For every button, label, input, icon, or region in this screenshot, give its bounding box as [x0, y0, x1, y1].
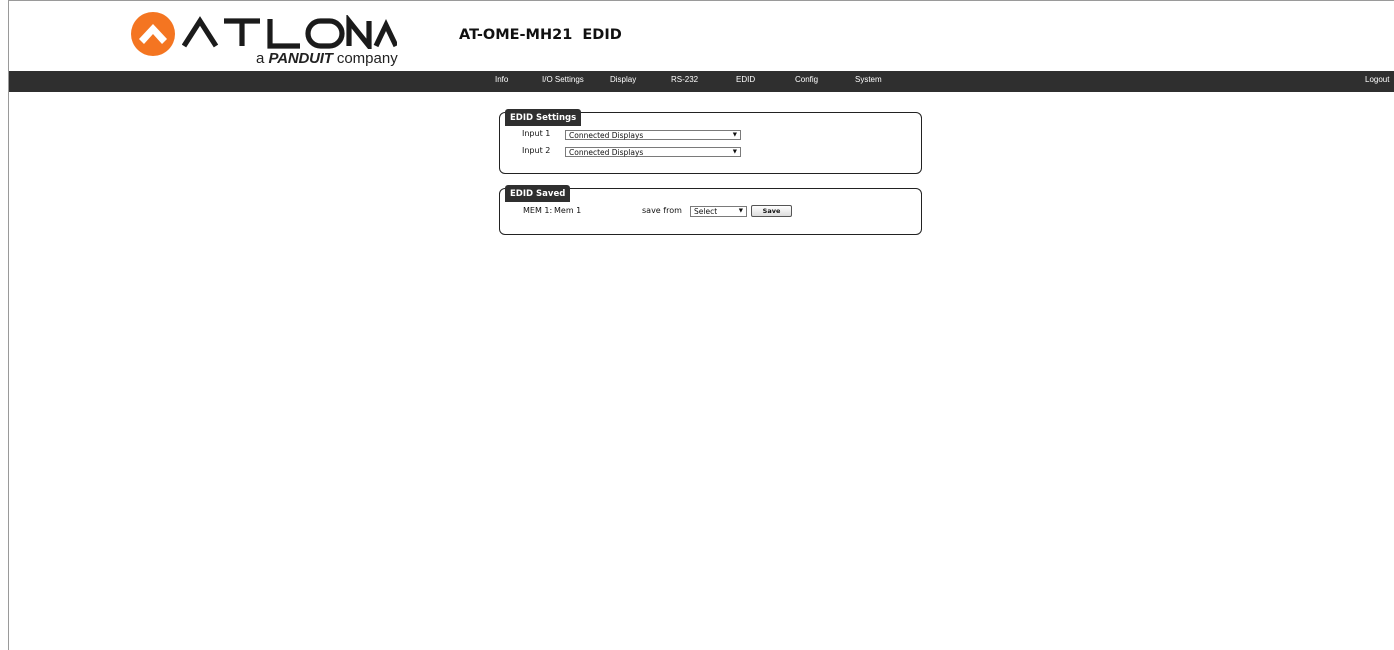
- tagline-suffix: company: [336, 50, 398, 67]
- save-from-select[interactable]: Select ▼: [690, 206, 747, 217]
- input-2-label: Input 2: [522, 146, 551, 155]
- mem-1-label: MEM 1:: [523, 206, 553, 215]
- nav-item-io-settings[interactable]: I/O Settings: [542, 75, 584, 84]
- chevron-down-icon: ▼: [738, 208, 743, 214]
- nav-item-system[interactable]: System: [855, 75, 882, 84]
- input-2-select-value: Connected Displays: [569, 148, 644, 157]
- input-2-select[interactable]: Connected Displays ▼: [565, 147, 741, 157]
- nav-item-info[interactable]: Info: [495, 75, 508, 84]
- edid-settings-panel: EDID Settings Input 1 Connected Displays…: [499, 109, 922, 174]
- input-1-select-value: Connected Displays: [569, 131, 644, 140]
- nav-item-display[interactable]: Display: [610, 75, 636, 84]
- tagline: a PANDUIT company: [256, 50, 398, 67]
- nav-item-rs232[interactable]: RS-232: [671, 75, 698, 84]
- atlona-wordmark: [182, 15, 397, 49]
- atlona-logo-icon: [131, 12, 175, 56]
- nav-item-edid[interactable]: EDID: [736, 75, 755, 84]
- edid-saved-panel: EDID Saved MEM 1: Mem 1 save from Select…: [499, 185, 922, 235]
- logout-link[interactable]: Logout: [1365, 75, 1389, 84]
- page-frame: [8, 0, 1394, 650]
- atlona-logo: a PANDUIT company: [130, 11, 400, 67]
- page-title: AT-OME-MH21 EDID: [459, 27, 622, 43]
- panduit-brand: PANDUIT: [268, 50, 333, 67]
- edid-settings-legend: EDID Settings: [505, 109, 582, 126]
- input-1-select[interactable]: Connected Displays ▼: [565, 130, 741, 140]
- save-from-select-value: Select: [694, 207, 718, 216]
- chevron-down-icon: ▼: [732, 149, 737, 155]
- save-from-label: save from: [642, 206, 682, 215]
- edid-saved-legend: EDID Saved: [505, 185, 571, 202]
- chevron-down-icon: ▼: [732, 132, 737, 138]
- tagline-prefix: a: [256, 50, 265, 67]
- input-1-label: Input 1: [522, 129, 551, 138]
- mem-1-value: Mem 1: [554, 206, 582, 215]
- save-button[interactable]: Save: [751, 205, 792, 217]
- nav-bar: Info I/O Settings Display RS-232 EDID Co…: [9, 71, 1394, 92]
- nav-item-config[interactable]: Config: [795, 75, 818, 84]
